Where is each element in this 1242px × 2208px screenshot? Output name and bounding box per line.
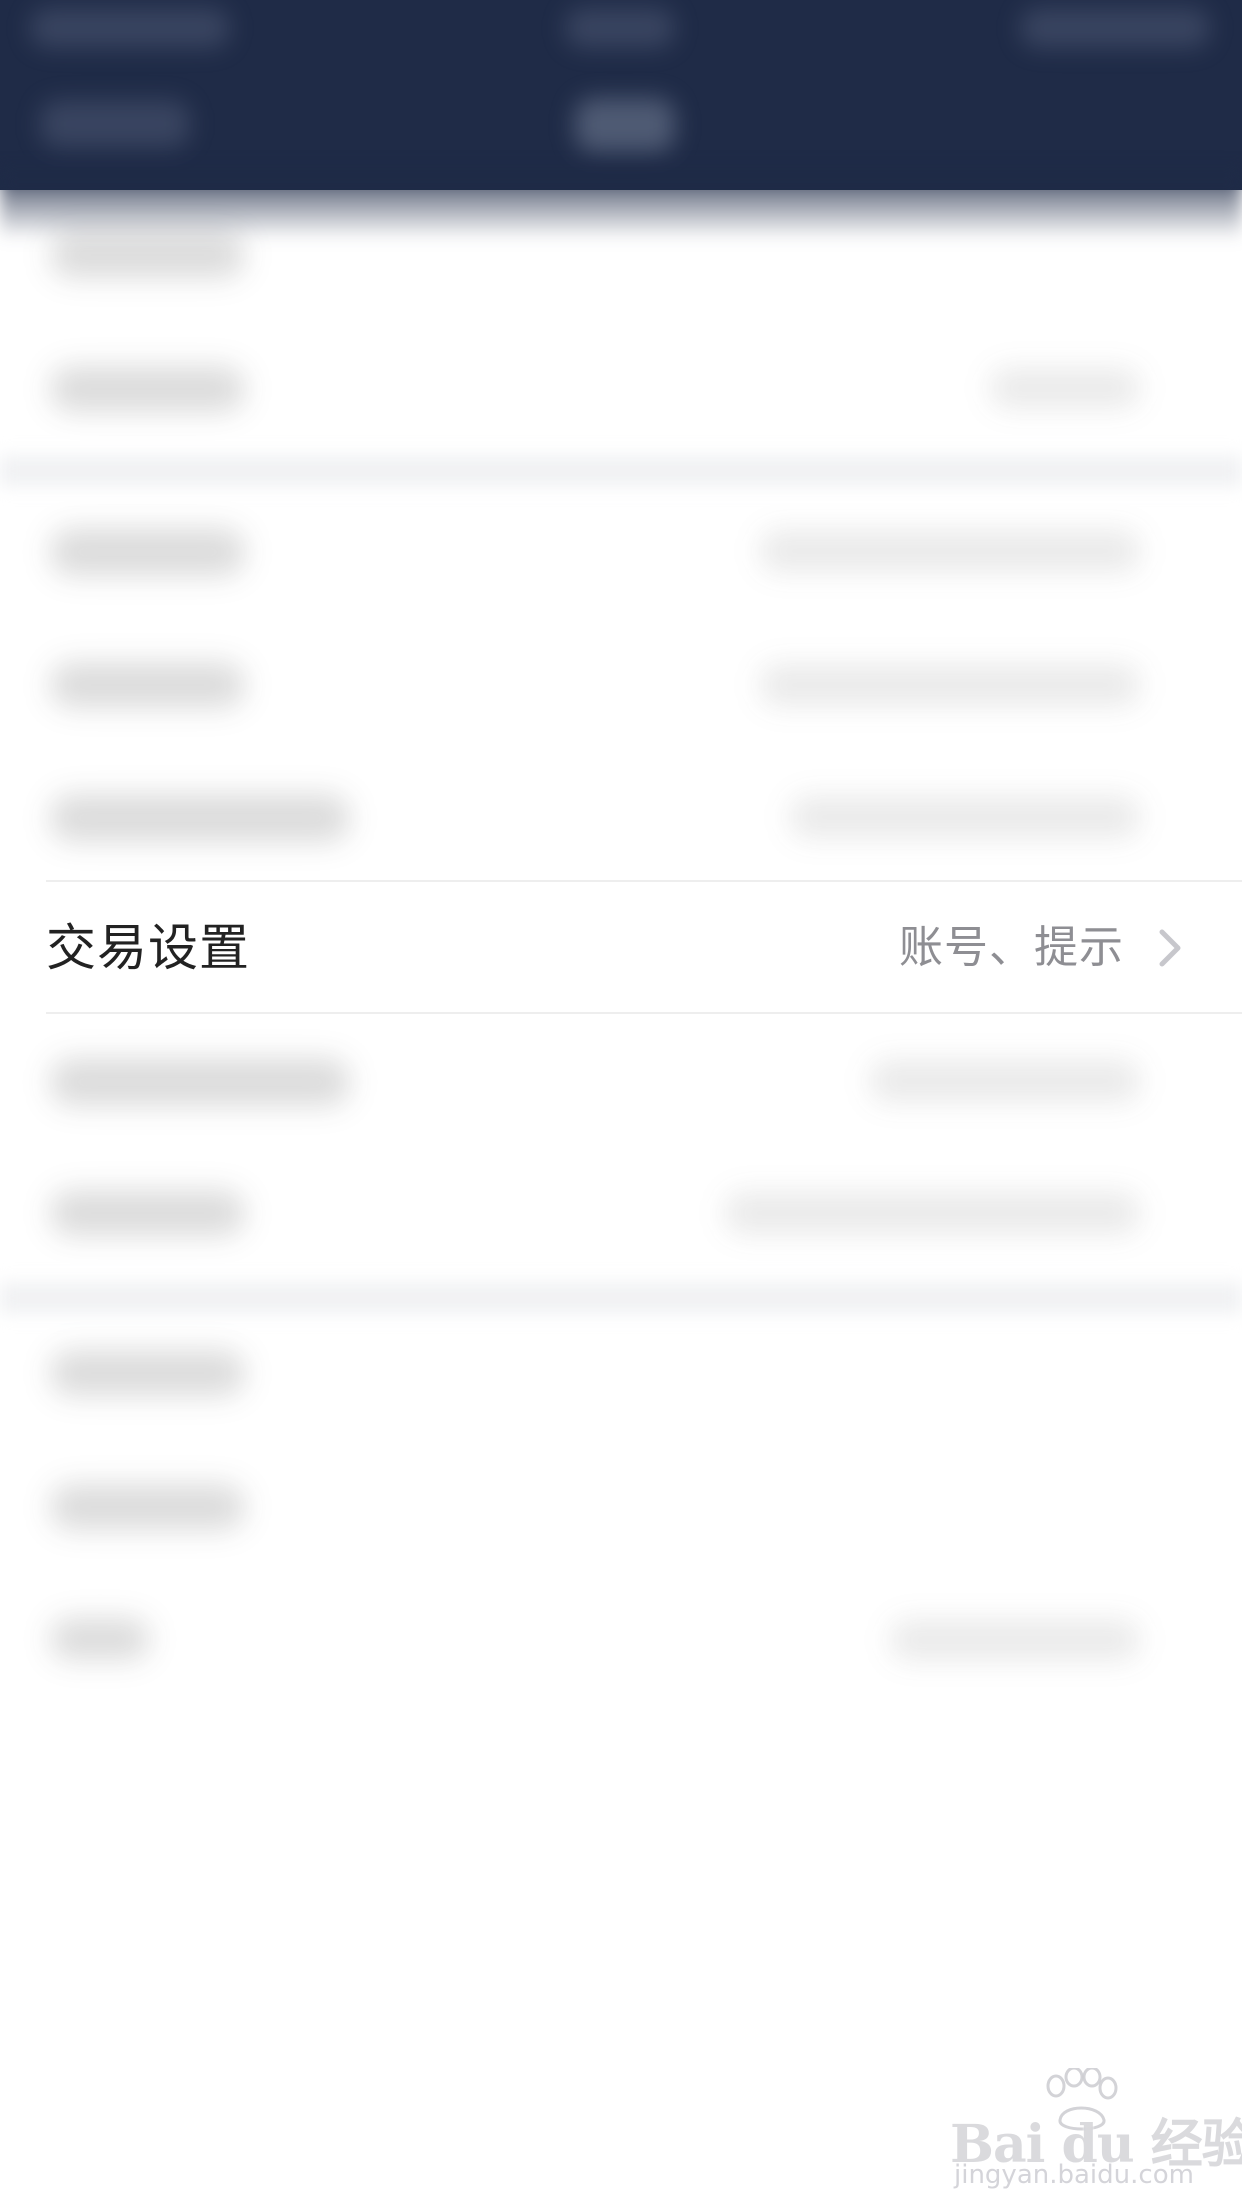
blurred-row-2-value <box>990 368 1140 408</box>
status-bar-left <box>30 8 230 48</box>
nav-title <box>575 98 675 152</box>
blurred-row-9[interactable] <box>50 1484 245 1530</box>
group-separator-1 <box>0 455 1242 487</box>
back-button[interactable] <box>40 100 190 148</box>
blurred-row-6-value <box>870 1060 1140 1102</box>
trade-settings-value: 账号、提示 <box>899 922 1124 973</box>
blurred-row-10-value <box>890 1620 1140 1660</box>
status-bar-right <box>1020 8 1210 48</box>
baidu-watermark: Bai du 经验 jingyan.baidu.com <box>950 2068 1242 2190</box>
blurred-row-5-value <box>790 796 1140 838</box>
chevron-right-icon <box>1159 929 1181 967</box>
watermark-url: jingyan.baidu.com <box>954 2160 1194 2190</box>
group-separator-2 <box>0 1282 1242 1314</box>
blurred-row-7-value <box>725 1192 1140 1234</box>
blurred-row-3[interactable] <box>50 528 245 576</box>
blurred-row-10[interactable] <box>50 1618 150 1660</box>
status-bar-center <box>565 8 675 48</box>
navigation-bar <box>0 0 1242 190</box>
nav-shadow <box>0 170 1242 240</box>
blurred-row-1[interactable] <box>50 232 245 278</box>
blurred-row-4-value <box>760 664 1140 706</box>
blurred-row-3-value <box>760 530 1140 572</box>
trade-settings-label: 交易设置 <box>46 919 250 977</box>
trade-settings-row[interactable]: 交易设置 账号、提示 <box>0 882 1242 1014</box>
blurred-row-7[interactable] <box>50 1190 245 1236</box>
blurred-row-4[interactable] <box>50 662 245 708</box>
blurred-row-2[interactable] <box>50 366 245 412</box>
blurred-row-5[interactable] <box>50 794 350 842</box>
settings-screen: 交易设置 账号、提示 Bai du 经验 jingyan.baidu.com <box>0 0 1242 2208</box>
row-divider-bottom <box>46 1012 1242 1014</box>
blurred-row-8[interactable] <box>50 1350 245 1396</box>
blurred-row-6[interactable] <box>50 1058 350 1106</box>
